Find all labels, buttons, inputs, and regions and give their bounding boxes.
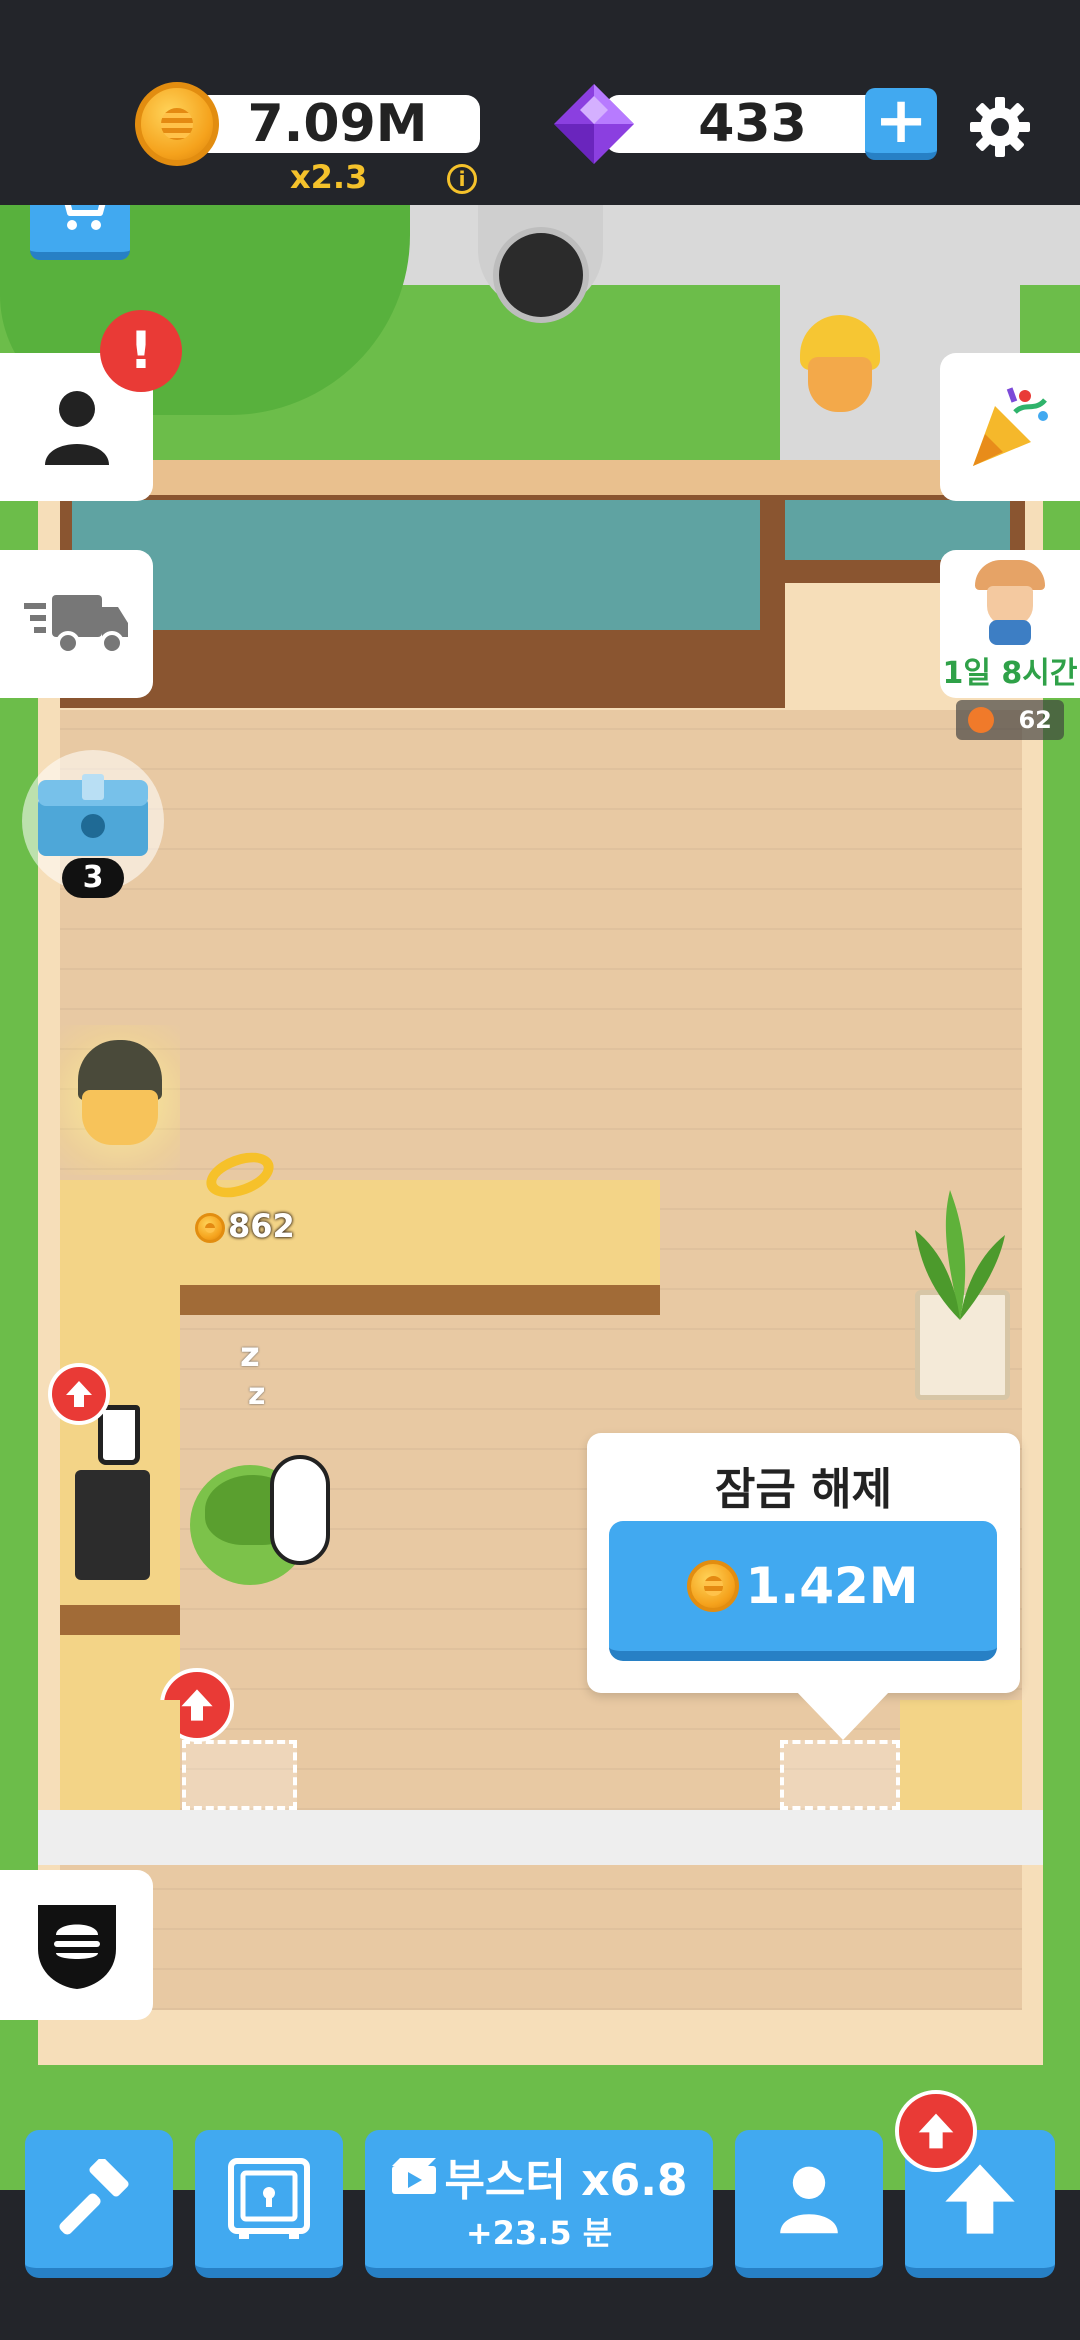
staff-button[interactable] [735, 2130, 883, 2278]
empty-slot-left[interactable] [182, 1740, 297, 1810]
unlock-title: 잠금 해제 [714, 1464, 893, 1515]
back-shelf [60, 460, 1025, 495]
person-icon [44, 391, 109, 465]
floor-corner-block [900, 1700, 1022, 1810]
booster-label: 부스터 x6.8 [444, 2155, 688, 2206]
burger-shield-icon [37, 1905, 116, 1989]
party-popper-icon [973, 387, 1048, 466]
info-icon[interactable]: i [447, 164, 477, 194]
unlock-cost: 1.42M [745, 1557, 919, 1615]
counter-top[interactable] [60, 1180, 660, 1285]
gem-value: 433 [698, 94, 807, 154]
alert-icon[interactable]: ! [100, 310, 182, 392]
chest-count: 3 [62, 858, 124, 898]
coffee-cup [98, 1405, 140, 1465]
delivery-button[interactable] [0, 550, 153, 698]
booster-time: +23.5 분 [465, 2214, 613, 2252]
vent-circle [493, 227, 589, 323]
upgrade-alert[interactable] [895, 2090, 977, 2172]
event-token-counter: 62 [956, 700, 1064, 740]
orange-token-icon [968, 707, 995, 733]
arrow-up-icon [181, 1689, 213, 1721]
unlock-button[interactable]: 1.42M [609, 1521, 997, 1661]
chest-icon [38, 774, 148, 856]
build-button[interactable] [25, 2130, 173, 2278]
hammer-icon [59, 2159, 129, 2235]
event-tokens: 62 [1018, 706, 1052, 734]
multiplier-label: x2.3 [290, 158, 368, 196]
coin-icon [135, 82, 219, 166]
worker-yellow-hat[interactable] [800, 315, 880, 415]
popup-pointer [795, 1690, 891, 1740]
gear-icon[interactable] [968, 95, 1032, 159]
arrow-up-icon [66, 1381, 92, 1407]
counter-front [180, 1285, 660, 1315]
counter-side-front [60, 1605, 180, 1635]
coin-counter: 7.09M [195, 94, 480, 154]
cart-icon [64, 205, 106, 230]
vault-button[interactable] [195, 2130, 343, 2278]
empty-slot-right[interactable] [780, 1740, 900, 1810]
burger-shield-button[interactable] [0, 1870, 153, 2020]
party-button[interactable] [940, 353, 1080, 501]
event-character [975, 560, 1045, 645]
event-character-button[interactable]: 1일 8시간 [940, 550, 1080, 698]
arrow-up-icon [918, 2113, 954, 2149]
coin-icon [195, 1213, 225, 1243]
coin-value: 7.09M [247, 94, 428, 154]
plant-leaves [915, 1190, 1005, 1320]
safe-icon [228, 2158, 310, 2239]
chest-button[interactable]: 3 [22, 750, 164, 898]
coffee-upgrade-alert[interactable] [48, 1363, 110, 1425]
person-icon [780, 2166, 838, 2234]
truck-icon [23, 595, 128, 655]
gem-icon [554, 84, 634, 164]
floor-corner-block-left [60, 1700, 180, 1810]
event-timer: 1일 8시간 [942, 656, 1078, 691]
sleep-z-icon: z [248, 1377, 266, 1412]
add-gems-button[interactable]: + [865, 88, 937, 160]
unlock-popup[interactable]: 잠금 해제 1.42M [587, 1433, 1020, 1693]
window-glass [72, 500, 760, 630]
top-hud: 7.09M x2.3 i 433 + [0, 0, 1080, 205]
arrow-up-icon [945, 2164, 1015, 2234]
coin-pickup-amount[interactable]: 862 [228, 1207, 295, 1245]
booster-button[interactable]: 부스터 x6.8 +23.5 분 [365, 2130, 713, 2278]
cashier-character[interactable] [60, 1025, 180, 1175]
plus-icon: + [874, 83, 928, 158]
coin-icon [687, 1560, 740, 1612]
gem-counter: 433 [605, 94, 900, 154]
sleeping-worker[interactable] [180, 1435, 340, 1605]
video-icon [392, 2158, 437, 2194]
coffee-machine[interactable] [75, 1470, 150, 1580]
sleep-z-icon: z [240, 1335, 260, 1375]
shop-cart-button[interactable] [30, 205, 130, 260]
game-world[interactable]: 862 z z 잠금 해제 1.42M ! 3 1일 8시간 62 [0, 205, 1080, 2235]
shop-front-edge [38, 1810, 1043, 1865]
